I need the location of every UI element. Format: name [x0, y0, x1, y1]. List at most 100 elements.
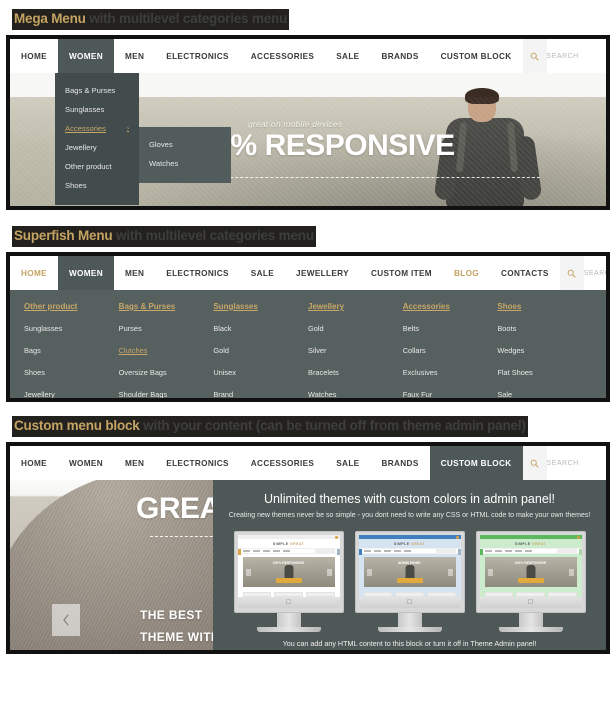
- monitor-mockups: SIMPLE GREAT 100% RESPONSIVE : [233, 531, 586, 632]
- nav-item-custom-item[interactable]: CUSTOM ITEM: [360, 256, 443, 290]
- mockup-logo-a: SIMPLE: [393, 541, 410, 546]
- search-icon[interactable]: [559, 256, 584, 290]
- submenu-item-watches[interactable]: Watches: [139, 154, 231, 173]
- custom-block-footer-text: You can add any HTML content to this blo…: [282, 639, 537, 648]
- monitor-stand: [276, 613, 301, 627]
- nav-item-accessories[interactable]: ACCESSORIES: [240, 39, 325, 73]
- monitor-stand: [397, 613, 422, 627]
- mega-link[interactable]: Exclusives: [403, 368, 498, 377]
- nav-item-electronics[interactable]: ELECTRONICS: [155, 256, 240, 290]
- monitor-mockup-green[interactable]: SIMPLE GREAT 100% RESPONSIVE : [475, 531, 586, 632]
- mega-link[interactable]: Belts: [403, 324, 498, 333]
- mega-column-jewellery: Jewellery Gold Silver Bracelets Watches: [308, 302, 403, 398]
- mega-column-header[interactable]: Shoes: [497, 302, 592, 311]
- mega-link[interactable]: Flat Shoes: [497, 368, 592, 377]
- mega-link[interactable]: Purses: [119, 324, 214, 333]
- mega-column-header[interactable]: Accessories: [403, 302, 498, 311]
- nav-item-accessories[interactable]: ACCESSORIES: [240, 446, 325, 480]
- nav-item-electronics[interactable]: ELECTRONICS: [155, 39, 240, 73]
- mega-link[interactable]: Brand: [213, 390, 308, 398]
- page-root: Mega Menu with multilevel categories men…: [0, 0, 616, 715]
- mega-link[interactable]: Jewellery: [24, 390, 119, 398]
- banner-subtitle-1: great on mobile devices: [248, 119, 343, 129]
- nav-item-home[interactable]: HOME: [10, 256, 58, 290]
- nav-item-home[interactable]: HOME: [10, 39, 58, 73]
- nav-item-men[interactable]: MEN: [114, 446, 155, 480]
- heading-accent-text: Mega Menu: [14, 11, 86, 26]
- dropdown-item-label: Shoes: [65, 181, 87, 190]
- nav-item-women[interactable]: WOMEN: [57, 256, 115, 290]
- mega-link-clutches[interactable]: Clutches: [119, 346, 214, 355]
- dropdown-item-label: Bags & Purses: [65, 86, 116, 95]
- dropdown-item-sunglasses[interactable]: Sunglasses: [55, 100, 139, 119]
- mega-column-header[interactable]: Jewellery: [308, 302, 403, 311]
- nav-item-sale[interactable]: SALE: [325, 446, 370, 480]
- mega-link[interactable]: Watches: [308, 390, 403, 398]
- mockup-logo-b: GREAT: [410, 541, 426, 546]
- section-heading-superfish: Superfish Menu with multilevel categorie…: [0, 226, 616, 247]
- mega-link[interactable]: Gold: [308, 324, 403, 333]
- mega-link[interactable]: Shoulder Bags: [119, 390, 214, 398]
- dropdown-item-accessories[interactable]: Accessories ›: [55, 119, 139, 138]
- search-input-custom-block[interactable]: [546, 446, 606, 480]
- nav-item-custom-block[interactable]: CUSTOM BLOCK: [430, 39, 523, 73]
- nav-item-blog[interactable]: BLOG: [443, 256, 490, 290]
- monitor-stand: [518, 613, 543, 627]
- navbar-mega: HOME WOMEN MEN ELECTRONICS ACCESSORIES S…: [10, 39, 606, 73]
- dropdown-item-shoes[interactable]: Shoes: [55, 176, 139, 195]
- demo-frame-mega: 100% RESPONSIVE great on mobile devices …: [6, 35, 610, 210]
- nav-item-home[interactable]: HOME: [10, 446, 58, 480]
- nav-item-brands[interactable]: BRANDS: [371, 446, 430, 480]
- custom-block-subtitle: Creating new themes never be so simple -…: [228, 512, 591, 519]
- search-icon[interactable]: [522, 39, 547, 73]
- dropdown-item-jewellery[interactable]: Jewellery: [55, 138, 139, 157]
- nav-item-sale[interactable]: SALE: [240, 256, 285, 290]
- mega-link[interactable]: Wedges: [497, 346, 592, 355]
- mega-link[interactable]: Gold: [213, 346, 308, 355]
- carousel-prev-button[interactable]: [52, 604, 80, 636]
- monitor-mockup-white[interactable]: SIMPLE GREAT 100% RESPONSIVE : [233, 531, 344, 632]
- nav-item-men[interactable]: MEN: [114, 256, 155, 290]
- search-box-custom-block: [522, 446, 606, 480]
- nav-item-contacts[interactable]: CONTACTS: [490, 256, 560, 290]
- section-custom-menu-block: Custom menu block with your content (can…: [0, 402, 616, 654]
- dropdown-item-other-product[interactable]: Other product: [55, 157, 139, 176]
- nav-item-custom-block[interactable]: CUSTOM BLOCK: [429, 446, 523, 480]
- mega-column-header[interactable]: Bags & Purses: [119, 302, 214, 311]
- nav-item-women[interactable]: WOMEN: [57, 39, 115, 73]
- mega-link[interactable]: Bags: [24, 346, 119, 355]
- search-box-superfish: [559, 256, 606, 290]
- mega-link[interactable]: Unisex: [213, 368, 308, 377]
- dropdown-item-bags-purses[interactable]: Bags & Purses: [55, 81, 139, 100]
- mega-link[interactable]: Bracelets: [308, 368, 403, 377]
- section-heading-custom-block: Custom menu block with your content (can…: [0, 416, 616, 437]
- mega-link[interactable]: Sale: [497, 390, 592, 398]
- search-icon[interactable]: [522, 446, 547, 480]
- nav-item-sale[interactable]: SALE: [325, 39, 370, 73]
- mega-link[interactable]: Boots: [497, 324, 592, 333]
- mega-column-header[interactable]: Other product: [24, 302, 119, 311]
- mega-link[interactable]: Oversize Bags: [119, 368, 214, 377]
- mega-column-sunglasses: Sunglasses Black Gold Unisex Brand: [213, 302, 308, 398]
- mega-link[interactable]: Sunglasses: [24, 324, 119, 333]
- search-input-mega[interactable]: [546, 39, 606, 73]
- monitor-mockup-blue[interactable]: SIMPLE GREAT ADMIN PANEL : [354, 531, 465, 632]
- search-input-superfish[interactable]: [583, 256, 606, 290]
- nav-items-mega: HOME WOMEN MEN ELECTRONICS ACCESSORIES S…: [10, 39, 523, 73]
- mega-link[interactable]: Collars: [403, 346, 498, 355]
- monitor-base: [256, 627, 321, 632]
- mega-link[interactable]: Shoes: [24, 368, 119, 377]
- nav-item-jewellery[interactable]: JEWELLERY: [285, 256, 360, 290]
- nav-item-men[interactable]: MEN: [114, 39, 155, 73]
- banner-line-1: THE BEST: [140, 608, 203, 622]
- nav-item-women[interactable]: WOMEN: [58, 446, 114, 480]
- nav-item-electronics[interactable]: ELECTRONICS: [155, 446, 240, 480]
- dropdown-women: Bags & Purses Sunglasses Accessories › J…: [55, 73, 231, 205]
- mega-link[interactable]: Faux Fur: [403, 390, 498, 398]
- heading-rest-text: with your content (can be turned off fro…: [139, 418, 526, 433]
- mega-link[interactable]: Silver: [308, 346, 403, 355]
- nav-item-brands[interactable]: BRANDS: [371, 39, 430, 73]
- submenu-item-gloves[interactable]: Gloves: [139, 135, 231, 154]
- mega-link[interactable]: Black: [213, 324, 308, 333]
- mega-column-header[interactable]: Sunglasses: [213, 302, 308, 311]
